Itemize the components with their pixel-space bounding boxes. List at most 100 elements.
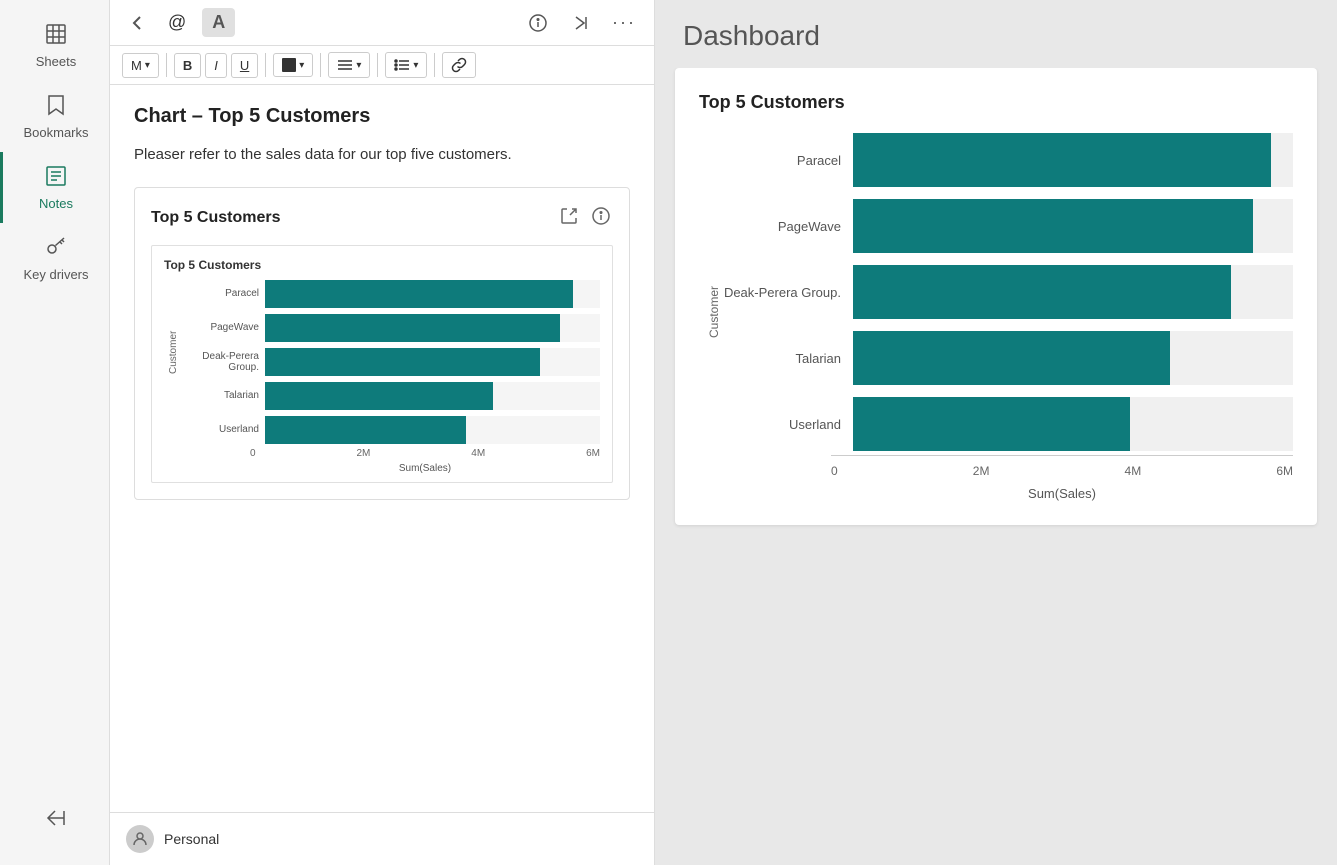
large-bar-label: Talarian (721, 351, 841, 366)
heading-dropdown[interactable]: M ▾ (122, 53, 159, 78)
large-chart-area: Customer Paracel PageWave Deak-Perera Gr… (699, 133, 1293, 451)
format-separator-4 (377, 53, 378, 77)
more-button[interactable]: ··· (606, 8, 642, 37)
sidebar: Sheets Bookmarks Notes (0, 0, 110, 865)
small-chart-y-label: Customer (164, 280, 179, 424)
sidebar-collapse-btn[interactable] (34, 795, 75, 845)
large-bar-row: Talarian (721, 331, 1293, 385)
large-chart-y-label: Customer (699, 133, 721, 451)
note-body: Pleaser refer to the sales data for our … (134, 144, 630, 167)
small-chart-x-title: Sum(Sales) (250, 463, 600, 482)
small-bar-fill (265, 348, 540, 376)
small-chart-subtitle: Top 5 Customers (164, 258, 600, 272)
format-separator-3 (320, 53, 321, 77)
x-tick: 2M (356, 448, 370, 459)
chart-widget-title: Top 5 Customers (151, 209, 281, 227)
chart-export-button[interactable] (557, 204, 581, 233)
dashboard-title: Dashboard (683, 20, 1309, 52)
small-bar-label: Deak-Perera Group. (179, 351, 259, 373)
small-bar-label: Userland (179, 424, 259, 435)
bold-button[interactable]: B (174, 53, 201, 78)
footer-label: Personal (164, 831, 219, 847)
x-tick: 0 (831, 464, 838, 478)
small-bar-label: PageWave (179, 322, 259, 333)
small-bar-label: Paracel (179, 288, 259, 299)
sidebar-item-notes[interactable]: Notes (0, 152, 109, 223)
sidebar-item-key-drivers[interactable]: Key drivers (0, 223, 109, 294)
large-bar-fill (853, 397, 1130, 451)
small-chart-area: Customer Paracel PageWave Deak-Perera Gr… (164, 280, 600, 444)
large-bar-fill (853, 133, 1271, 187)
chart-widget-actions (557, 204, 613, 233)
large-bar-track (853, 397, 1293, 451)
mention-button[interactable]: @ (162, 8, 192, 37)
large-bar-fill (853, 265, 1231, 319)
small-bar-row: PageWave (179, 314, 600, 342)
large-bar-fill (853, 199, 1253, 253)
large-bar-row: Deak-Perera Group. (721, 265, 1293, 319)
large-bar-track (853, 265, 1293, 319)
dashboard-card: Top 5 Customers Customer Paracel PageWav… (675, 68, 1317, 525)
small-bar-fill (265, 382, 493, 410)
small-bar-row: Deak-Perera Group. (179, 348, 600, 376)
x-tick: 6M (1276, 464, 1293, 478)
list-dropdown[interactable]: ▾ (385, 52, 427, 78)
small-bar-track (265, 314, 600, 342)
chart-info-button[interactable] (589, 204, 613, 233)
small-chart: Top 5 Customers Customer Paracel PageWav… (151, 245, 613, 483)
align-chevron-icon: ▾ (356, 60, 361, 71)
color-chevron-icon: ▾ (299, 60, 304, 71)
info-button[interactable] (522, 9, 554, 37)
dashboard-panel: Dashboard Top 5 Customers Customer Parac… (655, 0, 1337, 865)
x-tick: 6M (586, 448, 600, 459)
bookmarks-icon (45, 93, 67, 121)
notes-content[interactable]: Chart – Top 5 Customers Pleaser refer to… (110, 85, 654, 812)
key-drivers-icon (44, 235, 68, 263)
color-dropdown[interactable]: ▾ (273, 53, 313, 77)
heading-chevron-icon: ▾ (145, 60, 150, 71)
small-chart-bars: Paracel PageWave Deak-Perera Group. Tala… (179, 280, 600, 444)
small-bar-track (265, 382, 600, 410)
notes-toolbar-top: @ A ··· (110, 0, 654, 46)
align-dropdown[interactable]: ▾ (328, 52, 370, 78)
sidebar-item-sheets[interactable]: Sheets (0, 10, 109, 81)
collapse-icon (45, 807, 67, 833)
large-chart-x-axis: 02M4M6M (831, 455, 1293, 478)
large-bar-label: PageWave (721, 219, 841, 234)
bold-a-button[interactable]: A (202, 8, 235, 37)
x-tick: 0 (250, 448, 256, 459)
sidebar-item-key-drivers-label: Key drivers (23, 267, 88, 282)
end-button[interactable] (564, 9, 596, 37)
underline-button[interactable]: U (231, 53, 258, 78)
large-bar-row: Paracel (721, 133, 1293, 187)
format-separator-2 (265, 53, 266, 77)
small-bar-row: Paracel (179, 280, 600, 308)
sheets-icon (44, 22, 68, 50)
small-chart-inner: Top 5 Customers Customer Paracel PageWav… (151, 245, 613, 483)
large-chart: Customer Paracel PageWave Deak-Perera Gr… (699, 133, 1293, 501)
small-bar-track (265, 416, 600, 444)
notes-icon (44, 164, 68, 192)
note-title: Chart – Top 5 Customers (134, 105, 630, 128)
small-bar-row: Talarian (179, 382, 600, 410)
small-bar-row: Userland (179, 416, 600, 444)
large-bar-label: Userland (721, 417, 841, 432)
large-bar-label: Deak-Perera Group. (721, 285, 841, 300)
small-bar-label: Talarian (179, 390, 259, 401)
format-separator-5 (434, 53, 435, 77)
back-button[interactable] (122, 10, 152, 36)
x-tick: 4M (1125, 464, 1142, 478)
italic-button[interactable]: I (205, 53, 227, 78)
sidebar-item-bookmarks[interactable]: Bookmarks (0, 81, 109, 152)
list-chevron-icon: ▾ (413, 60, 418, 71)
embedded-chart-widget: Top 5 Customers (134, 187, 630, 500)
x-tick: 4M (471, 448, 485, 459)
small-chart-x-axis: 0 2M 4M 6M (250, 444, 600, 463)
link-button[interactable] (442, 52, 476, 78)
avatar (126, 825, 154, 853)
dashboard-header: Dashboard (655, 0, 1337, 68)
large-chart-bars: Paracel PageWave Deak-Perera Group. Tala… (721, 133, 1293, 451)
small-bar-fill (265, 416, 466, 444)
large-bar-fill (853, 331, 1170, 385)
dashboard-content: Top 5 Customers Customer Paracel PageWav… (655, 68, 1337, 865)
